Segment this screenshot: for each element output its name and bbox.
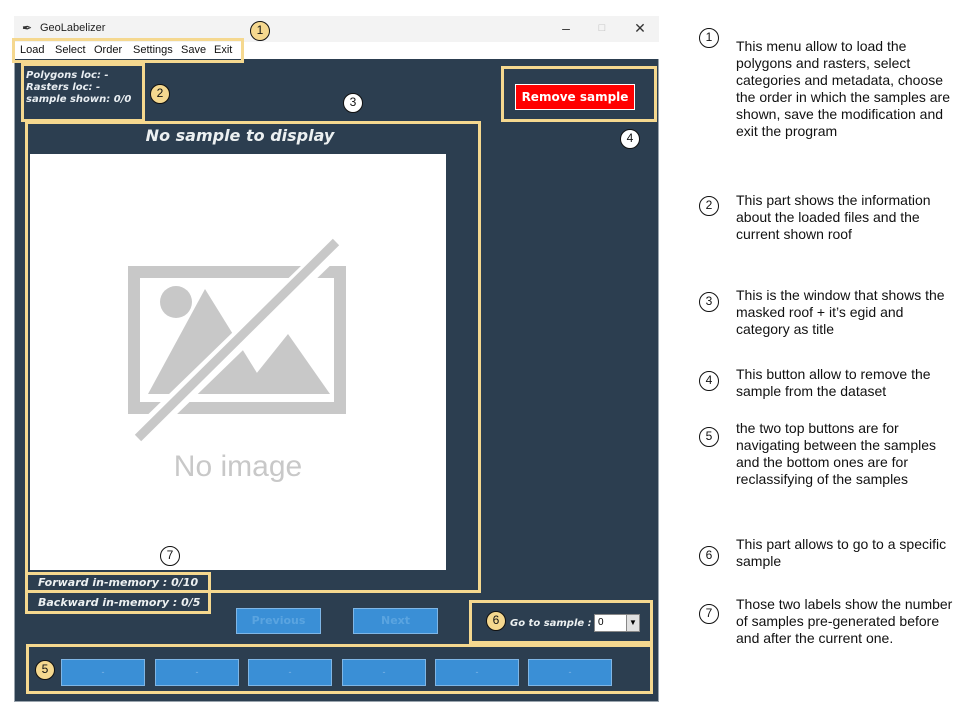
maximize-button[interactable]: □ — [588, 18, 616, 38]
annotation-text-3: This is the window that shows the masked… — [736, 287, 945, 337]
next-button[interactable]: Next — [353, 608, 438, 634]
feather-icon: ✒ — [22, 21, 33, 35]
marker-1: 1 — [250, 21, 270, 41]
marker-2: 2 — [150, 84, 170, 104]
marker-5: 5 — [35, 660, 55, 680]
marker-6: 6 — [486, 611, 506, 631]
highlight-info — [21, 63, 145, 122]
annotation-number-2: 2 — [699, 196, 719, 216]
marker-7: 7 — [160, 546, 180, 566]
annotation-number-1: 1 — [699, 28, 719, 48]
marker-3: 3 — [343, 93, 363, 113]
highlight-memory — [25, 572, 211, 614]
annotation-text-2: This part shows the information about th… — [736, 192, 931, 242]
marker-4: 4 — [620, 129, 640, 149]
annotation-text-6: This part allows to go to a specific sam… — [736, 536, 947, 569]
minimize-button[interactable]: – — [552, 18, 580, 38]
annotation-number-7: 7 — [699, 604, 719, 624]
highlight-menu — [12, 38, 244, 63]
annotation-text-1: This menu allow to load the polygons and… — [736, 38, 950, 139]
annotation-number-4: 4 — [699, 371, 719, 391]
highlight-remove — [501, 66, 657, 122]
highlight-sample-window — [25, 121, 481, 593]
annotation-text-5: the two top buttons are for navigating b… — [736, 420, 937, 487]
annotation-number-3: 3 — [699, 292, 719, 312]
annotation-number-5: 5 — [699, 427, 719, 447]
highlight-buttons — [26, 644, 653, 694]
window-title: GeoLabelizer — [40, 22, 106, 34]
annotation-text-7: Those two labels show the number of samp… — [736, 596, 953, 646]
annotation-text-4: This button allow to remove the sample f… — [736, 366, 931, 399]
previous-button[interactable]: Previous — [236, 608, 321, 634]
annotation-number-6: 6 — [699, 546, 719, 566]
close-button[interactable]: ✕ — [626, 18, 654, 38]
